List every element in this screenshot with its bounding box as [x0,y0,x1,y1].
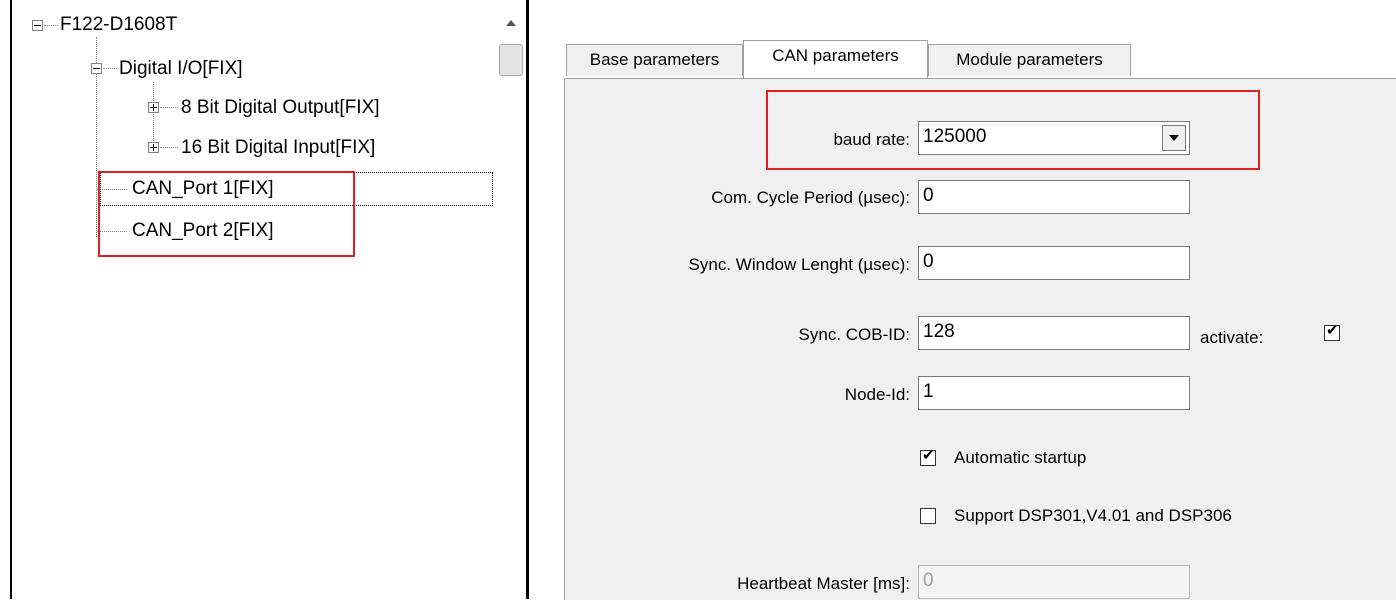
tree-item-digital-io[interactable]: Digital I/O[FIX] [119,58,243,80]
sync-cob-id-label: Sync. COB-ID: [798,325,910,344]
support-dsp-label[interactable]: Support DSP301,V4.01 and DSP306 [954,506,1232,526]
heartbeat-master-label: Heartbeat Master [ms]: [737,574,910,593]
activate-label: activate: [1200,328,1264,347]
automatic-startup-checkbox[interactable]: ✔ [920,447,936,466]
scroll-up-icon[interactable] [506,20,516,26]
check-icon: ✔ [1326,322,1339,339]
expand-icon[interactable] [148,102,159,113]
scroll-thumb[interactable] [499,44,523,76]
sync-window-label: Sync. Window Lenght (µsec): [688,255,910,274]
automatic-startup-label[interactable]: Automatic startup [954,448,1086,468]
tree-item-root[interactable]: F122-D1608T [60,14,177,36]
tree-item-digital-input[interactable]: 16 Bit Digital Input[FIX] [181,137,375,159]
com-cycle-input[interactable]: 0 [918,180,1190,214]
sync-cob-id-input[interactable]: 128 [918,316,1190,350]
activate-checkbox[interactable]: ✔ [1324,322,1340,341]
collapse-icon[interactable] [91,63,102,74]
sync-window-input[interactable]: 0 [918,246,1190,280]
splitter[interactable] [526,0,529,599]
highlight-box-baud-rate [766,90,1260,170]
tab-base-parameters[interactable]: Base parameters [566,44,743,76]
tree-item-digital-output[interactable]: 8 Bit Digital Output[FIX] [181,97,380,119]
tab-module-parameters[interactable]: Module parameters [928,44,1131,76]
tree-scrollbar[interactable] [497,10,525,599]
collapse-icon[interactable] [32,20,43,31]
support-dsp-checkbox[interactable] [920,508,936,524]
node-id-label: Node-Id: [844,385,910,404]
com-cycle-label: Com. Cycle Period (µsec): [711,188,910,207]
window-edge [10,0,12,599]
highlight-box-can-ports [98,171,355,257]
tab-can-parameters[interactable]: CAN parameters [743,40,928,78]
heartbeat-master-input: 0 [918,565,1190,599]
check-icon: ✔ [922,447,935,464]
node-id-input[interactable]: 1 [918,376,1190,410]
expand-icon[interactable] [148,142,159,153]
